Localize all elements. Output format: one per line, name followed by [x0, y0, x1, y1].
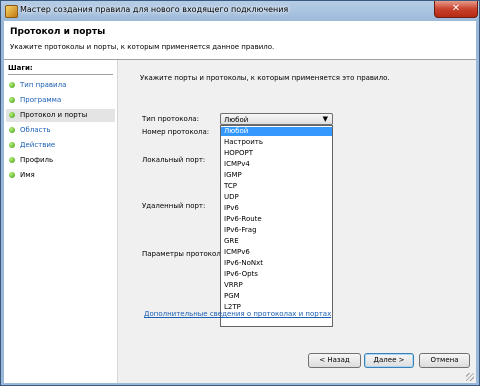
protocol-type-select[interactable]: Любой ▼: [220, 113, 333, 125]
sidebar-item-label: Область: [20, 126, 51, 134]
dropdown-option[interactable]: PGM: [221, 292, 332, 301]
dropdown-option[interactable]: IPv6-Frag: [221, 226, 332, 235]
sidebar-item-scope[interactable]: Область: [6, 124, 115, 137]
page-title: Протокол и порты: [10, 27, 106, 37]
dropdown-option[interactable]: TCP: [221, 182, 332, 191]
sidebar-item-profile[interactable]: Профиль: [6, 154, 115, 167]
next-button[interactable]: Далее >: [364, 353, 414, 368]
cancel-button[interactable]: Отмена: [419, 353, 470, 368]
protocol-type-value: Любой: [224, 116, 249, 124]
instruction-text: Укажите порты и протоколы, к которым при…: [140, 74, 390, 82]
steps-divider: [8, 74, 113, 75]
remote-port-label: Удаленный порт:: [142, 202, 206, 210]
dropdown-option[interactable]: ICMPv4: [221, 160, 332, 169]
client-area: Протокол и порты Укажите протоколы и пор…: [4, 21, 476, 383]
sidebar-item-label: Действие: [20, 141, 56, 149]
dropdown-option[interactable]: UDP: [221, 193, 332, 202]
dropdown-option[interactable]: IPv6: [221, 204, 332, 213]
dropdown-option[interactable]: IPv6-NoNxt: [221, 259, 332, 268]
protocol-type-label: Тип протокола:: [142, 115, 199, 123]
step-current-icon: [9, 112, 15, 118]
step-pending-icon: [9, 142, 15, 148]
dropdown-option[interactable]: ICMPv6: [221, 248, 332, 257]
dropdown-option[interactable]: VRRP: [221, 281, 332, 290]
page-header: Протокол и порты Укажите протоколы и пор…: [4, 21, 476, 60]
dropdown-option[interactable]: GRE: [221, 237, 332, 246]
dropdown-option[interactable]: IGMP: [221, 171, 332, 180]
dropdown-option[interactable]: Настроить: [221, 138, 332, 147]
step-done-icon: [9, 82, 15, 88]
sidebar-item-label: Профиль: [20, 156, 54, 164]
steps-sidebar: Шаги: Тип правила Программа Протокол и п…: [4, 60, 118, 383]
dropdown-option[interactable]: IPv6-Route: [221, 215, 332, 224]
window-title: Мастер создания правила для нового входя…: [20, 5, 289, 14]
local-port-label: Локальный порт:: [142, 156, 206, 164]
more-info-link[interactable]: Дополнительные сведения о протоколах и п…: [144, 310, 331, 318]
sidebar-item-label: Имя: [20, 171, 35, 179]
title-bar: Мастер создания правила для нового входя…: [1, 1, 479, 21]
sidebar-item-rule-type[interactable]: Тип правила: [6, 79, 115, 92]
firewall-app-icon: [5, 5, 18, 18]
dropdown-option[interactable]: HOPOPT: [221, 149, 332, 158]
steps-heading: Шаги:: [8, 64, 33, 72]
protocol-number-label: Номер протокола:: [142, 128, 210, 136]
step-done-icon: [9, 97, 15, 103]
sidebar-item-protocol-ports[interactable]: Протокол и порты: [6, 109, 115, 122]
step-pending-icon: [9, 172, 15, 178]
sidebar-item-name[interactable]: Имя: [6, 169, 115, 182]
step-pending-icon: [9, 127, 15, 133]
dropdown-option[interactable]: IPv6-Opts: [221, 270, 332, 279]
page-subtitle: Укажите протоколы и порты, к которым при…: [10, 43, 275, 51]
back-button[interactable]: < Назад: [308, 353, 361, 368]
icmp-params-label: Параметры протокола: [142, 250, 226, 258]
close-button[interactable]: ✕: [434, 1, 478, 18]
dropdown-option[interactable]: Любой: [221, 127, 332, 136]
wizard-window: Мастер создания правила для нового входя…: [0, 0, 480, 386]
sidebar-item-action[interactable]: Действие: [6, 139, 115, 152]
dropdown-arrow-icon: ▼: [322, 115, 328, 123]
resize-grip[interactable]: [466, 373, 474, 381]
sidebar-item-label: Программа: [20, 96, 62, 104]
protocol-dropdown-list: Любой Настроить HOPOPT ICMPv4 IGMP TCP U…: [220, 125, 333, 327]
sidebar-item-label: Протокол и порты: [20, 111, 88, 119]
sidebar-item-program[interactable]: Программа: [6, 94, 115, 107]
step-pending-icon: [9, 157, 15, 163]
sidebar-item-label: Тип правила: [20, 81, 67, 89]
